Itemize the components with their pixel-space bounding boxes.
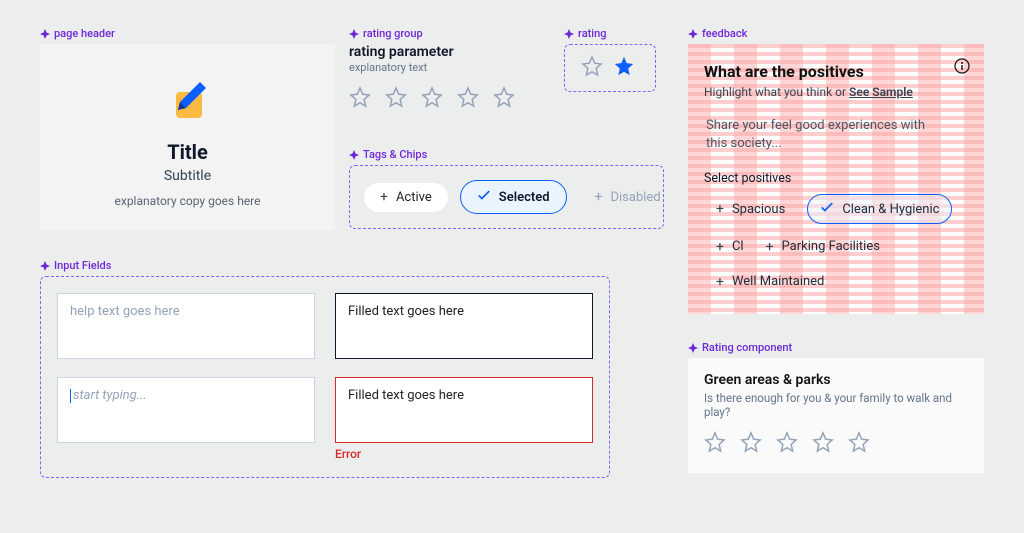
rating-component-card: Green areas & parks Is there enough for … [688,358,984,473]
plus-icon: + [766,240,774,254]
chip-label: Selected [499,190,550,205]
error-text: Error [335,447,593,461]
feedback-textarea[interactable]: Share your feel good experiences with th… [706,117,928,153]
star-icon[interactable] [812,431,834,457]
star-icon[interactable] [421,86,443,112]
section-label-rating: rating [564,27,656,40]
chip-label: Spacious [732,202,785,217]
star-icon[interactable] [740,431,762,457]
chip-label: Parking Facilities [782,239,880,254]
rating-group-subtitle: explanatory text [349,61,549,74]
chip-clean-hygienic[interactable]: Clean & Hygienic [807,194,952,224]
section-label-page-header: page header [40,27,335,40]
chip-label: Cl [732,239,744,254]
rating-component-stars [704,431,968,457]
section-label-rating-group: rating group [349,27,549,40]
textarea-typing[interactable]: start typing... [57,377,315,443]
chip-disabled: + Disabled [579,183,677,212]
feedback-chip-group-label: Select positives [704,171,968,186]
plus-icon: + [716,275,724,289]
rating-group-stars [349,86,549,112]
chip-label: Well Maintained [732,274,824,289]
chip-active[interactable]: + Active [364,183,448,212]
star-icon[interactable] [349,86,371,112]
see-sample-link[interactable]: See Sample [849,85,913,99]
plus-icon: + [716,202,724,216]
section-label-inputs: Input Fields [40,259,610,272]
plus-icon: + [595,190,603,204]
textarea-error[interactable]: Filled text goes here [335,377,593,443]
rating-component-title: Green areas & parks [704,372,968,388]
rating-component-subtitle: Is there enough for you & your family to… [704,391,968,419]
rating-box [564,44,656,92]
section-label-chips: Tags & Chips [349,148,664,161]
chip-parking[interactable]: + Parking Facilities [754,234,892,259]
star-icon[interactable] [776,431,798,457]
info-icon[interactable] [954,58,970,78]
chip-truncated[interactable]: + Cl [704,234,744,259]
star-icon[interactable] [581,55,603,81]
page-header-card: Title Subtitle explanatory copy goes her… [40,44,335,230]
page-title: Title [167,140,208,164]
star-icon[interactable] [493,86,515,112]
page-subtitle: Subtitle [164,168,211,184]
feedback-chip-group: + Spacious Clean & Hygienic + Cl + Parking … [704,194,968,294]
inputs-box: help text goes here Filled text goes her… [40,276,610,478]
chip-selected[interactable]: Selected [460,180,567,214]
plus-icon: + [716,240,724,254]
star-icon[interactable] [385,86,407,112]
chips-box: + Active Selected + Disabled [349,165,664,229]
chip-label: Clean & Hygienic [842,202,939,217]
star-icon[interactable] [613,55,635,81]
textarea-filled-focus[interactable]: Filled text goes here [335,293,593,359]
section-label-rating-component: Rating component [688,341,984,354]
feedback-card: What are the positives Highlight what yo… [688,44,984,314]
chip-label: Disabled [610,190,660,205]
feedback-title: What are the positives [704,62,968,81]
page-copy: explanatory copy goes here [115,194,261,208]
check-icon [820,200,834,218]
chip-label: Active [396,190,432,205]
plus-icon: + [380,190,388,204]
chip-spacious[interactable]: + Spacious [704,194,797,224]
chip-well-maintained[interactable]: + Well Maintained [704,269,836,294]
rating-group-title: rating parameter [349,44,549,60]
star-icon[interactable] [848,431,870,457]
check-icon [477,188,491,206]
feedback-subtitle: Highlight what you think or See Sample [704,85,968,99]
star-icon[interactable] [704,431,726,457]
star-icon[interactable] [457,86,479,112]
pencil-icon [164,76,212,124]
section-label-feedback: feedback [688,27,984,40]
textarea-placeholder[interactable]: help text goes here [57,293,315,359]
